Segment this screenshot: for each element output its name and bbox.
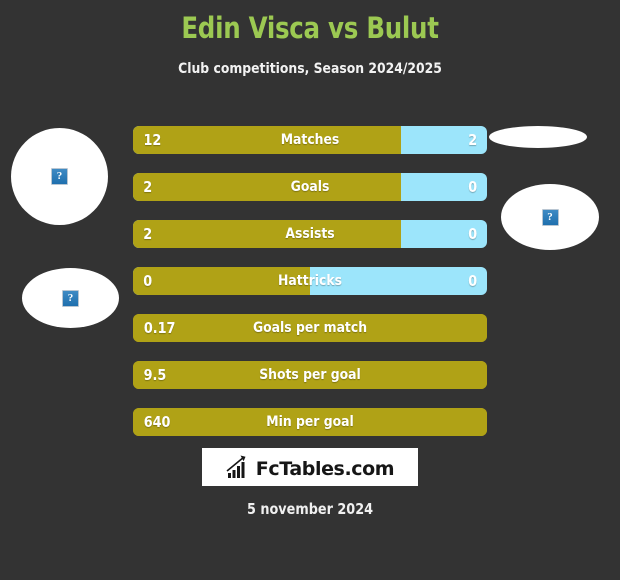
- fctables-logo-text: FcTables.com: [255, 458, 395, 480]
- stat-label: Matches: [280, 132, 340, 148]
- stat-row: 640 Min per goal: [133, 408, 487, 436]
- broken-image-icon: ?: [51, 168, 68, 185]
- header: Edin Visca vs Bulut Club competitions, S…: [0, 0, 620, 77]
- broken-image-icon: ?: [541, 208, 559, 226]
- home-club-logo-placeholder: ?: [22, 268, 119, 328]
- stat-label: Hattricks: [278, 273, 342, 289]
- away-club-logo-placeholder: ?: [501, 184, 599, 250]
- stat-label: Goals: [290, 179, 330, 195]
- stat-row: 0 Hattricks 0: [133, 267, 487, 295]
- stat-row: 2 Assists 0: [133, 220, 487, 248]
- stat-away-value: 0: [467, 178, 477, 196]
- stat-away-value: 0: [467, 225, 477, 243]
- stat-label: Goals per match: [252, 320, 368, 336]
- page-subtitle: Club competitions, Season 2024/2025: [178, 61, 442, 77]
- stat-away-value: 0: [467, 272, 477, 290]
- stat-row: 12 Matches 2: [133, 126, 487, 154]
- stat-comparison-bars: 12 Matches 2 2 Goals 0 2 Assists 0 0 Hattricks 0 0.1…: [133, 126, 487, 455]
- away-player-photo-placeholder: [489, 126, 587, 148]
- page-title: Edin Visca vs Bulut: [181, 11, 439, 45]
- date-label: 5 november 2024: [246, 500, 374, 518]
- stat-row: 0.17 Goals per match: [133, 314, 487, 342]
- stat-row: 9.5 Shots per goal: [133, 361, 487, 389]
- fctables-logo[interactable]: FcTables.com: [202, 448, 418, 486]
- bar-chart-growth-icon: [226, 455, 246, 478]
- broken-image-glyph: ?: [56, 170, 63, 182]
- broken-image-glyph: ?: [67, 291, 74, 304]
- home-player-photo-placeholder: ?: [11, 128, 108, 225]
- stat-label: Min per goal: [266, 414, 354, 430]
- stat-away-value: 2: [467, 131, 477, 149]
- stat-label: Shots per goal: [259, 367, 361, 383]
- stat-label: Assists: [285, 226, 335, 242]
- broken-image-glyph: ?: [547, 210, 553, 223]
- broken-image-icon: ?: [62, 289, 79, 307]
- stat-row: 2 Goals 0: [133, 173, 487, 201]
